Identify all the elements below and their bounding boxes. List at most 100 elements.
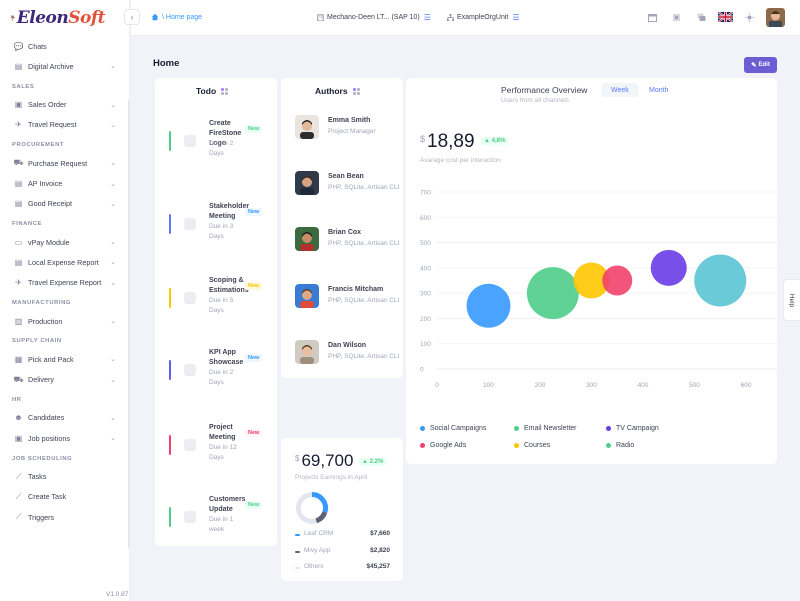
sidebar-item-pick-and-pack[interactable]: ▦ Pick and Pack ⌄	[0, 350, 130, 368]
sidebar-section-heading: MANUFACTURING	[12, 300, 72, 306]
earnings-row: Leaf CRM $7,660	[295, 530, 390, 540]
sun-icon[interactable]	[744, 12, 754, 22]
todo-checkbox[interactable]	[184, 511, 196, 523]
plane-icon: ✈	[15, 120, 22, 130]
earnings-row: Others $45,257	[295, 563, 390, 573]
menu-dots-icon[interactable]	[221, 87, 229, 95]
todo-checkbox[interactable]	[184, 364, 196, 376]
sidebar-item-vpay-module[interactable]: ▭ vPay Module ⌄	[0, 233, 130, 251]
sidebar-item-production[interactable]: ▥ Production ⌄	[0, 312, 130, 330]
card-icon: ▭	[14, 237, 23, 247]
todo-checkbox[interactable]	[184, 135, 196, 147]
tab-month[interactable]: Month	[639, 83, 678, 97]
edit-button[interactable]: ✎ Edit	[744, 57, 777, 73]
earnings-row-value: $45,257	[366, 563, 391, 570]
earnings-row-label: Others	[304, 563, 324, 570]
chevron-down-icon: ⌄	[110, 200, 116, 208]
legend-item[interactable]: Email Newsletter	[514, 425, 577, 432]
chevron-down-icon: ⌄	[110, 239, 116, 247]
author-name: Sean Bean	[328, 173, 364, 181]
sidebar-item-triggers[interactable]: ⟋ Triggers	[0, 508, 130, 526]
messages-icon[interactable]	[696, 12, 706, 22]
sidebar-item-digital-archive[interactable]: ▤ Digital Archive ⌄	[0, 57, 130, 75]
tab-week[interactable]: Week	[601, 83, 639, 97]
breadcrumb-label: \ Home page	[162, 13, 203, 21]
earnings-row-value: $2,820	[370, 546, 390, 554]
todo-card-title: Todo	[196, 86, 229, 96]
sidebar-item-chats[interactable]: 💬 Chats	[0, 37, 130, 55]
legend-marker	[606, 426, 611, 431]
todo-checkbox[interactable]	[184, 292, 196, 304]
sidebar-scrollbar[interactable]	[128, 100, 130, 548]
bubble-point[interactable]	[650, 249, 687, 286]
sidebar-item-travel-expense-report[interactable]: ✈ Travel Expense Report ⌄	[0, 274, 130, 292]
sidebar-item-label: Job positions	[28, 433, 70, 443]
version-label: V1.0.87	[106, 591, 129, 598]
bubble-point[interactable]	[466, 283, 511, 328]
bubble-point[interactable]	[602, 265, 633, 296]
sidebar-item-tasks[interactable]: ⟋ Tasks	[0, 468, 130, 486]
todo-checkbox[interactable]	[184, 439, 196, 451]
uk-flag-icon[interactable]	[718, 12, 733, 22]
todo-due-date: Due in 5 Days	[209, 297, 234, 314]
author-item[interactable]: Dan Wilson PHP, SQLite, Artisan CLI	[295, 339, 403, 380]
todo-item: Scoping & Estimations Due in 5 Days New	[155, 274, 277, 328]
bubble-point[interactable]	[694, 254, 747, 307]
menu-dots-icon[interactable]	[352, 87, 360, 95]
author-item[interactable]: Sean Bean PHP, SQLite, Artisan CLI	[295, 171, 403, 211]
sidebar-item-travel-request[interactable]: ✈ Travel Request ⌄	[0, 116, 130, 134]
sidebar-item-job-positions[interactable]: ▣ Job positions ⌄	[0, 429, 130, 447]
sidebar-item-local-expense-report[interactable]: ▤ Local Expense Report ⌄	[0, 253, 130, 271]
legend-label: Google Ads	[430, 442, 467, 449]
author-item[interactable]: Francis Mitcham PHP, SQLite, Artisan CLI	[295, 283, 403, 324]
todo-card: Todo Create FireStone Logo Due in 2 Days N…	[155, 78, 277, 546]
bubble-point[interactable]	[526, 267, 579, 320]
sidebar-item-label: AP Invoice	[28, 179, 63, 188]
chevron-right-icon: ›	[130, 12, 134, 22]
breadcrumb[interactable]: \ Home page	[151, 13, 202, 21]
author-role: PHP, SQLite, Artisan CLI	[328, 240, 400, 248]
bag-icon: ▣	[14, 100, 23, 110]
legend-marker	[606, 443, 611, 448]
sidebar-item-good-receipt[interactable]: ▤ Good Receipt ⌄	[0, 195, 130, 213]
legend-item[interactable]: TV Campaign	[606, 425, 659, 432]
avatar	[295, 115, 319, 139]
earnings-row-value: $7,660	[370, 530, 390, 537]
authors-card: Authors Emma Smith Project Manager Sean Be…	[281, 78, 403, 378]
author-name: Brian Cox	[328, 229, 362, 237]
donut-slice	[315, 511, 328, 524]
legend-item[interactable]: Google Ads	[420, 442, 466, 449]
author-item[interactable]: Emma Smith Project Manager	[295, 115, 403, 155]
legend-item[interactable]: Radio	[606, 442, 634, 449]
chat-icon: 💬	[13, 41, 24, 51]
legend-item[interactable]: Courses	[514, 442, 550, 449]
document-icon: ▤	[14, 179, 23, 188]
apps-icon[interactable]	[671, 12, 681, 22]
status-badge: New	[245, 429, 263, 437]
org-unit-selector[interactable]: ExampleOrgUnit ☰	[444, 13, 520, 22]
sidebar-collapse-button[interactable]: ›	[124, 9, 140, 25]
chevron-down-icon: ⌄	[110, 414, 116, 422]
help-tab[interactable]: Help	[783, 279, 800, 321]
sidebar-item-ap-invoice[interactable]: ▤ AP Invoice ⌄	[0, 175, 130, 193]
author-item[interactable]: Brian Cox PHP, SQLite, Artisan CLI	[295, 227, 403, 267]
legend-item[interactable]: Social Campaigns	[420, 425, 486, 432]
chevron-down-icon: ⌄	[110, 101, 116, 109]
todo-checkbox[interactable]	[184, 218, 196, 230]
sidebar-item-sales-order[interactable]: ▣ Sales Order ⌄	[0, 96, 130, 114]
calendar-icon[interactable]	[647, 12, 657, 22]
author-name: Dan Wilson	[328, 341, 367, 349]
user-avatar[interactable]	[766, 8, 785, 27]
truck-icon: ⛟	[13, 374, 24, 384]
legend-marker	[295, 567, 300, 569]
sidebar-item-delivery[interactable]: ⛟ Delivery ⌄	[0, 371, 130, 389]
sidebar-item-purchase-request[interactable]: ⛟ Purchase Request ⌄	[0, 154, 130, 172]
brand-logo[interactable]: EleonSoft	[10, 4, 105, 32]
sidebar-item-candidates[interactable]: ☻ Candidates ⌄	[0, 409, 130, 427]
company-selector[interactable]: Mechano-Deen LT... (SAP 10) ☰	[314, 13, 431, 22]
report-icon: ▤	[14, 257, 23, 267]
todo-priority-bar	[169, 435, 171, 455]
legend-label: Social Campaigns	[430, 425, 487, 432]
sidebar-item-create-task[interactable]: ⟋ Create Task	[0, 488, 130, 506]
avatar	[295, 283, 319, 308]
